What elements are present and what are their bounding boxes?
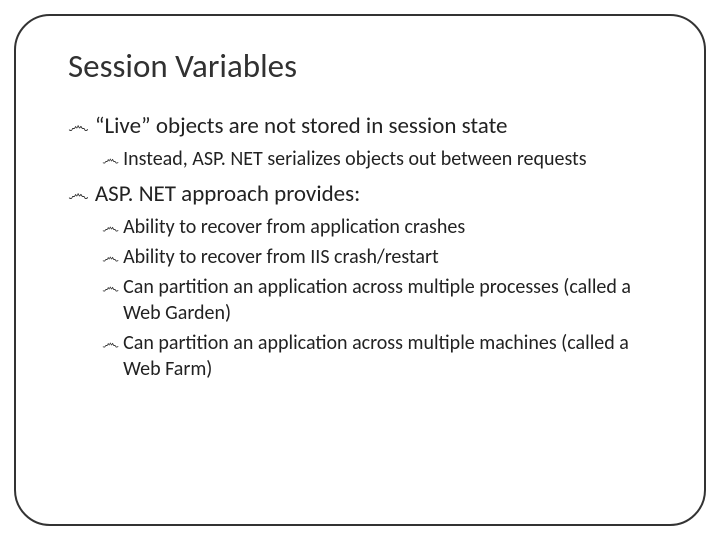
swirl-bullet-icon: ෴: [102, 244, 119, 270]
slide-frame: Session Variables ෴ “Live” objects are n…: [14, 14, 706, 526]
bullet-level2: ෴ Instead, ASP. NET serializes objects o…: [102, 146, 652, 172]
swirl-bullet-icon: ෴: [68, 180, 89, 208]
swirl-bullet-icon: ෴: [102, 146, 119, 172]
bullet-level2: ෴ Ability to recover from application cr…: [102, 214, 652, 240]
bullet-text: ASP. NET approach provides:: [95, 180, 360, 208]
bullet-level1: ෴ “Live” objects are not stored in sessi…: [68, 112, 652, 140]
slide-title: Session Variables: [68, 46, 652, 86]
swirl-bullet-icon: ෴: [102, 274, 119, 300]
bullet-text: Instead, ASP. NET serializes objects out…: [123, 146, 587, 172]
bullet-text: Can partition an application across mult…: [123, 274, 652, 326]
swirl-bullet-icon: ෴: [102, 214, 119, 240]
bullet-level2: ෴ Can partition an application across mu…: [102, 330, 652, 382]
bullet-text: Ability to recover from application cras…: [123, 214, 465, 240]
bullet-text: “Live” objects are not stored in session…: [95, 112, 508, 140]
bullet-level1: ෴ ASP. NET approach provides:: [68, 180, 652, 208]
swirl-bullet-icon: ෴: [102, 330, 119, 356]
bullet-text: Ability to recover from IIS crash/restar…: [123, 244, 439, 270]
bullet-level2: ෴ Can partition an application across mu…: [102, 274, 652, 326]
swirl-bullet-icon: ෴: [68, 112, 89, 140]
bullet-level2: ෴ Ability to recover from IIS crash/rest…: [102, 244, 652, 270]
bullet-text: Can partition an application across mult…: [123, 330, 652, 382]
